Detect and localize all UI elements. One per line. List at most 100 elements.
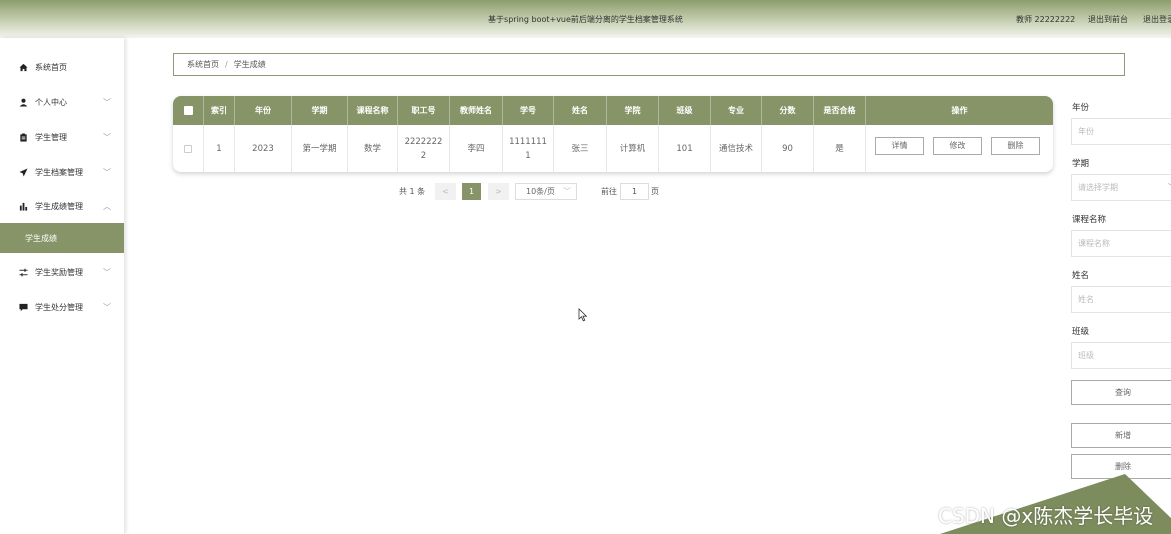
page-size-value: 10条/页 — [526, 187, 555, 196]
prev-page-button[interactable]: < — [435, 183, 456, 200]
current-user: 教师 22222222 — [1016, 15, 1076, 24]
name-label: 姓名 — [1072, 271, 1090, 281]
sidebar-item-label: 系统首页 — [35, 62, 67, 72]
sidebar-item-label: 学生管理 — [35, 132, 67, 142]
column-header: 专业 — [711, 96, 762, 125]
sidebar-item-punishment-management[interactable]: 学生处分管理 ﹀ — [0, 292, 124, 322]
query-button[interactable]: 查询 — [1071, 380, 1171, 405]
class-label: 班级 — [1072, 327, 1090, 337]
page-suffix: 页 — [651, 187, 659, 196]
edit-button[interactable]: 修改 — [933, 137, 982, 155]
class-input[interactable]: 班级 — [1071, 342, 1171, 369]
course-input[interactable]: 课程名称 — [1071, 230, 1171, 257]
sidebar: 系统首页 个人中心 ﹀ 学生管理 ﹀ 学生档案管理 ﹀ 学生成绩管理 ︿ 学生成… — [0, 38, 124, 534]
table-header: 索引 年份 学期 课程名称 职工号 教师姓名 学号 姓名 学院 班级 专业 分数… — [173, 96, 1053, 125]
user-icon — [19, 98, 28, 107]
name-input[interactable]: 姓名 — [1071, 286, 1171, 313]
term-label: 学期 — [1072, 159, 1090, 169]
sidebar-item-student-archive[interactable]: 学生档案管理 ﹀ — [0, 157, 124, 187]
course-label: 课程名称 — [1072, 215, 1107, 225]
cell-score: 90 — [762, 125, 814, 172]
cell-major: 通信技术 — [711, 125, 762, 172]
sidebar-item-student-score[interactable]: 学生成绩 — [0, 223, 124, 253]
sidebar-item-home[interactable]: 系统首页 — [0, 52, 124, 82]
top-header: 基于spring boot+vue前后端分离的学生档案管理系统 教师 22222… — [0, 0, 1171, 38]
cell-college: 计算机 — [607, 125, 659, 172]
staff-no-line-2: 2 — [420, 150, 427, 161]
term-select-placeholder: 请选择学期 — [1078, 183, 1118, 192]
message-icon — [19, 303, 28, 312]
column-header: 学号 — [503, 96, 554, 125]
column-header: 学期 — [292, 96, 348, 125]
student-no-line-1: 1111111 — [509, 136, 547, 147]
column-header: 职工号 — [398, 96, 450, 125]
row-checkbox[interactable] — [173, 125, 204, 172]
goto-page-input[interactable]: 1 — [620, 183, 649, 200]
page-size-select[interactable]: 10条/页 ﹀ — [515, 183, 577, 200]
watermark: CSDN @x陈杰学长毕设 — [938, 504, 1154, 528]
chevron-down-icon: ﹀ — [103, 267, 111, 277]
breadcrumb: 系统首页 / 学生成绩 — [173, 53, 1125, 76]
system-title: 基于spring boot+vue前后端分离的学生档案管理系统 — [488, 15, 683, 24]
sidebar-item-label: 个人中心 — [35, 97, 67, 107]
column-header: 课程名称 — [348, 96, 398, 125]
column-header: 学院 — [607, 96, 659, 125]
chevron-down-icon: ﹀ — [563, 187, 571, 196]
cell-term: 第一学期 — [292, 125, 348, 172]
term-select[interactable]: 请选择学期 ﹀ — [1071, 174, 1171, 201]
column-header: 姓名 — [554, 96, 607, 125]
breadcrumb-home[interactable]: 系统首页 — [187, 59, 219, 70]
year-label: 年份 — [1072, 103, 1090, 113]
page-number-current[interactable]: 1 — [462, 183, 481, 200]
chevron-down-icon: ﹀ — [103, 97, 111, 107]
pagination-total: 共 1 条 — [399, 187, 426, 196]
column-header: 年份 — [235, 96, 292, 125]
sidebar-item-label: 学生奖励管理 — [35, 267, 83, 277]
sidebar-item-label: 学生处分管理 — [35, 302, 83, 312]
cell-course: 数学 — [348, 125, 398, 172]
add-button[interactable]: 新增 — [1071, 423, 1171, 448]
cell-staff-no: 2222222 2 — [398, 125, 450, 172]
column-header: 分数 — [762, 96, 814, 125]
cell-teacher: 李四 — [450, 125, 503, 172]
chevron-up-icon: ︿ — [103, 201, 111, 211]
score-table: 索引 年份 学期 课程名称 职工号 教师姓名 学号 姓名 学院 班级 专业 分数… — [173, 96, 1053, 172]
sidebar-item-score-management[interactable]: 学生成绩管理 ︿ — [0, 191, 124, 221]
clipboard-icon — [19, 132, 28, 142]
mouse-cursor-icon — [578, 308, 588, 322]
column-header: 操作 — [951, 106, 968, 115]
chevron-down-icon: ﹀ — [103, 302, 111, 312]
goto-label: 前往 — [601, 187, 617, 196]
column-header: 班级 — [659, 96, 711, 125]
column-header: 是否合格 — [814, 96, 866, 125]
staff-no-line-1: 2222222 — [404, 136, 443, 147]
sidebar-item-label: 学生成绩 — [25, 233, 57, 243]
chevron-down-icon: ﹀ — [103, 167, 111, 177]
delete-button[interactable]: 删除 — [991, 137, 1040, 155]
breadcrumb-current: 学生成绩 — [233, 60, 266, 69]
column-header: 教师姓名 — [450, 96, 503, 125]
sidebar-item-label: 学生成绩管理 — [35, 201, 83, 211]
student-no-line-2: 1 — [525, 150, 531, 161]
table-row: 1 2023 第一学期 数学 2222222 2 李四 1111111 1 张三… — [173, 125, 1053, 172]
sidebar-item-reward-management[interactable]: 学生奖励管理 ﹀ — [0, 257, 124, 287]
cell-year: 2023 — [235, 125, 292, 172]
cell-actions: 详情 修改 删除 — [866, 125, 1053, 172]
breadcrumb-separator: / — [225, 60, 228, 69]
cell-student-no: 1111111 1 — [503, 125, 554, 172]
year-input[interactable]: 年份 — [1071, 118, 1171, 145]
next-page-button[interactable]: > — [488, 183, 509, 200]
cell-passed: 是 — [814, 125, 866, 172]
column-header: 索引 — [204, 96, 235, 125]
cell-index: 1 — [204, 125, 235, 172]
select-all-checkbox[interactable] — [173, 96, 204, 125]
logout-link[interactable]: 退出登录 — [1143, 14, 1171, 25]
back-to-frontend-link[interactable]: 退出到前台 — [1088, 14, 1128, 25]
cell-name: 张三 — [554, 125, 607, 172]
cell-class: 101 — [659, 125, 711, 172]
send-icon — [19, 167, 28, 177]
sidebar-item-student-management[interactable]: 学生管理 ﹀ — [0, 122, 124, 152]
sliders-icon — [19, 268, 28, 277]
sidebar-item-personal-center[interactable]: 个人中心 ﹀ — [0, 87, 124, 117]
detail-button[interactable]: 详情 — [875, 137, 924, 155]
